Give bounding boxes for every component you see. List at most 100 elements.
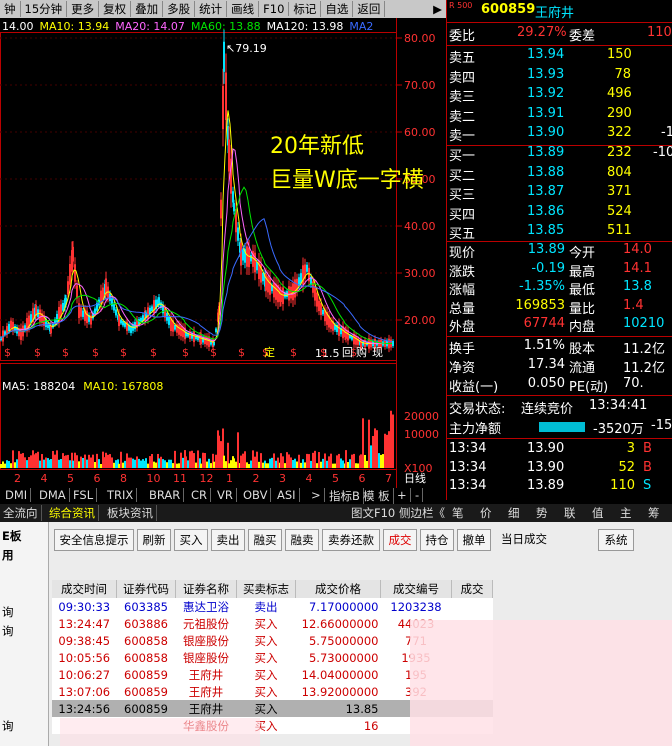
trade-button[interactable]: 安全信息提示	[54, 529, 134, 551]
volume-bar	[67, 454, 69, 468]
quote-side-tab[interactable]: 联	[564, 505, 576, 521]
trade-button[interactable]: 卖出	[211, 529, 245, 551]
indicator-tab[interactable]: DMI	[2, 488, 32, 502]
volume-bar	[213, 461, 215, 468]
toolbar-item[interactable]: 画线	[227, 1, 260, 17]
column-header[interactable]: 证券名称	[175, 580, 237, 598]
trade-button[interactable]: 撤单	[457, 529, 491, 551]
column-header[interactable]: 成交	[451, 580, 493, 598]
column-header[interactable]: 成交时间	[52, 580, 117, 598]
table-cell-code: 600858	[124, 650, 168, 665]
indicator-tab[interactable]: DMA	[36, 488, 70, 502]
x-tick-label: 8	[120, 472, 127, 485]
column-header[interactable]: 证券代码	[116, 580, 176, 598]
indicator-tab[interactable]: 模 板	[360, 488, 394, 504]
trade-button[interactable]: 刷新	[137, 529, 171, 551]
volume-legend: MA5: 188204 MA10: 167808	[2, 380, 171, 393]
trade-side-item[interactable]: E板	[2, 528, 21, 544]
stat-value: 13.89	[527, 242, 565, 257]
trade-button[interactable]: 系统	[598, 529, 634, 551]
volume-bar	[195, 462, 197, 468]
trade-side-item[interactable]: 用	[2, 547, 14, 563]
trade-button[interactable]: 卖券还款	[322, 529, 380, 551]
kline-svg[interactable]: 80.0070.0060.0050.0040.0030.0020.00↖79.1…	[0, 18, 446, 488]
volume-bar	[136, 456, 138, 468]
toolbar-item[interactable]: 自选	[321, 1, 354, 17]
quote-side-tab[interactable]: 笔	[452, 505, 464, 521]
indicator-tab[interactable]: VR	[214, 488, 237, 502]
indicator-tab[interactable]: >	[308, 488, 325, 502]
volume-bar	[347, 462, 349, 468]
lower-tab[interactable]: 板块资讯	[104, 505, 157, 521]
quote-side-tab[interactable]: 细	[508, 505, 520, 521]
toolbar-scroll-icon[interactable]: ▶	[429, 2, 446, 16]
candle-body	[74, 264, 76, 282]
quote-side-tab[interactable]: 筹	[648, 505, 660, 521]
quote-side-tab[interactable]: 值	[592, 505, 604, 521]
toolbar-item[interactable]: 钟	[0, 1, 21, 17]
volume-bar	[76, 455, 78, 468]
indicator-tab[interactable]: CR	[188, 488, 212, 502]
toolbar-item[interactable]: 15分钟	[21, 1, 68, 17]
column-header[interactable]: 成交价格	[295, 580, 381, 598]
volume-bar	[124, 460, 126, 468]
lower-tab[interactable]: 全流向	[0, 505, 42, 521]
quote-side-tab[interactable]: 势	[536, 505, 548, 521]
volume-bar	[374, 428, 376, 468]
toolbar-item[interactable]: 更多	[67, 1, 100, 17]
toolbar-item[interactable]: F10	[259, 2, 290, 16]
trade-status: 连续竞价	[521, 402, 574, 417]
ask-volume: 290	[607, 105, 632, 121]
trade-side-item[interactable]: 询	[2, 623, 14, 639]
tick-volume: 52	[618, 459, 635, 475]
lower-right-tab[interactable]: 侧边栏《	[396, 505, 448, 521]
indicator-tab[interactable]: +	[394, 488, 411, 502]
indicator-tab[interactable]: ASI	[274, 488, 300, 502]
toolbar-item[interactable]: 统计	[195, 1, 228, 17]
kline-chart[interactable]: 80.00 70.00 60.00 50.00 40.00 30.00 20.00 ↖79.1…	[0, 18, 446, 488]
volume-bar	[262, 462, 264, 468]
volume-bar	[322, 458, 324, 468]
indicator-tab[interactable]: FSL	[70, 488, 98, 502]
volume-bar	[269, 458, 271, 468]
ask-label: 卖五	[449, 51, 476, 66]
ask-price: 13.92	[527, 86, 565, 101]
ask-volume: 78	[614, 66, 631, 82]
column-header[interactable]: 成交编号	[380, 580, 452, 598]
volume-bar	[202, 452, 204, 468]
toolbar-item[interactable]: 多股	[163, 1, 196, 17]
trade-button[interactable]: 融卖	[285, 529, 319, 551]
lower-right-tab[interactable]: 图文F10	[348, 505, 398, 521]
volume-bar	[132, 458, 134, 468]
candle-body	[267, 276, 269, 293]
indicator-tab[interactable]: OBV	[240, 488, 272, 502]
trade-button[interactable]: 持仓	[420, 529, 454, 551]
toolbar-item[interactable]: 叠加	[131, 1, 164, 17]
toolbar-item[interactable]: 返回	[353, 1, 386, 17]
indicator-tab[interactable]: 指标B	[326, 488, 364, 504]
toolbar-item[interactable]: 复权	[99, 1, 132, 17]
toolbar-item[interactable]: 标记	[289, 1, 322, 17]
trade-button[interactable]: 当日成交	[494, 529, 554, 549]
trade-button[interactable]: 买入	[174, 529, 208, 551]
trade-side-item[interactable]: 询	[2, 718, 14, 734]
lower-tab[interactable]: 综合资讯	[46, 505, 99, 521]
indicator-tab[interactable]: BRAR	[146, 488, 185, 502]
candle-body	[273, 282, 275, 298]
candle-body	[222, 85, 224, 130]
trade-button[interactable]: 成交	[383, 529, 417, 551]
quote-side-tab[interactable]: 主	[620, 505, 632, 521]
table-cell-side: 买入	[254, 684, 278, 699]
quote-row: 总量 169853 量比 1.4	[447, 298, 672, 317]
table-row[interactable]: 09:30:33 603385 惠达卫浴 卖出 7.17000000 1203238	[52, 598, 493, 615]
column-header[interactable]: 买卖标志	[236, 580, 296, 598]
trade-button[interactable]: 融买	[248, 529, 282, 551]
trade-side-item[interactable]: 询	[2, 604, 14, 620]
table-cell-no: 1203238	[390, 599, 442, 614]
quote-side-tab[interactable]: 价	[480, 505, 492, 521]
indicator-tab[interactable]: -	[412, 488, 424, 502]
candle-body	[47, 323, 49, 329]
trade-status-label: 交易状态:	[449, 402, 506, 417]
candle-body	[182, 327, 184, 338]
indicator-tab[interactable]: TRIX	[104, 488, 138, 502]
